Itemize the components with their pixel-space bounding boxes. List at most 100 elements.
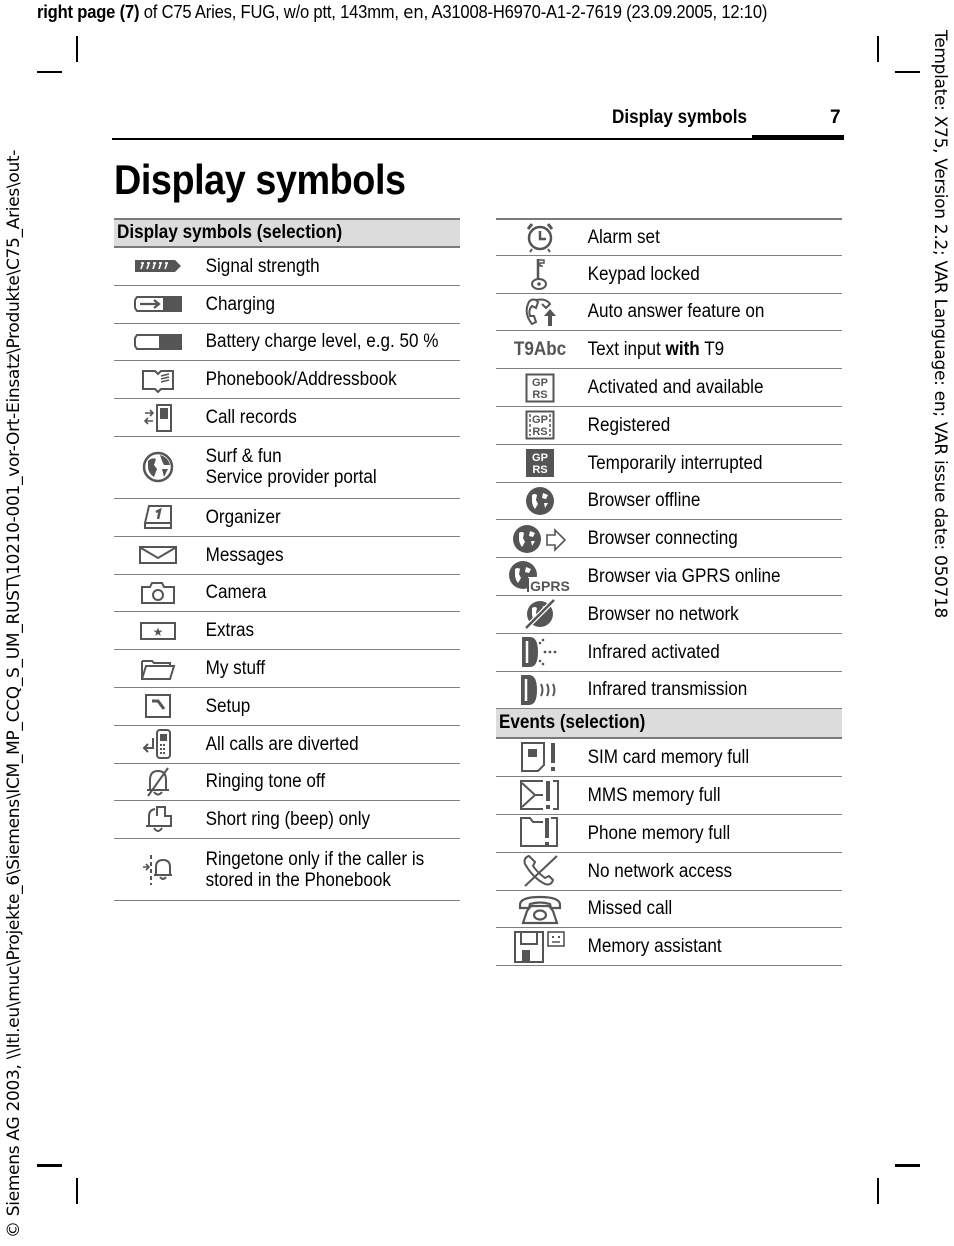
row-label: Short ring (beep) only xyxy=(205,809,371,831)
browser-offline-icon xyxy=(496,485,584,517)
row-label: MMS memory full xyxy=(587,785,721,807)
call-records-icon xyxy=(114,403,202,433)
auto-answer-icon xyxy=(496,296,584,328)
row-label: Battery charge level, e.g. 50 % xyxy=(205,331,439,353)
row-label: Surf & fun Service provider portal xyxy=(202,446,377,488)
table-row: Missed call xyxy=(496,891,842,929)
phonebook-ring-icon xyxy=(114,853,202,887)
no-network-icon xyxy=(496,854,584,888)
row-label: Browser via GPRS online xyxy=(587,566,781,588)
row-label: Ringing tone off xyxy=(205,771,326,793)
row-label: Infrared activated xyxy=(587,641,720,663)
key-icon xyxy=(496,257,584,291)
table-row: Browser offline xyxy=(496,483,842,521)
gprs-text-bottom: RS xyxy=(532,464,547,476)
mms-full-icon xyxy=(496,779,584,813)
charging-icon xyxy=(114,294,202,314)
section-header: Display symbols (selection) xyxy=(114,218,460,248)
table-row: Phone memory full xyxy=(496,815,842,853)
row-label-pre: Text input xyxy=(587,339,666,361)
infrared-transmission-icon xyxy=(496,673,584,707)
page-title: Display symbols xyxy=(114,156,406,203)
print-meta-lang: en xyxy=(403,2,424,23)
page-number: 7 xyxy=(830,107,841,128)
row-label: Missed call xyxy=(587,898,673,920)
crop-mark xyxy=(877,1178,879,1204)
t9-icon-text: T9Abc xyxy=(513,338,567,360)
table-row: My stuff xyxy=(114,650,460,688)
gprs-text-bottom: RS xyxy=(532,389,547,401)
side-file-path: © Siemens AG 2003, \\Itl.eu\muc\Projekte… xyxy=(4,149,24,1238)
table-row: Call records xyxy=(114,399,460,437)
alarm-icon xyxy=(496,221,584,253)
row-label: Memory assistant xyxy=(587,936,722,958)
table-row: ★ Extras xyxy=(114,612,460,651)
row-label: SIM card memory full xyxy=(587,747,750,769)
table-row: SIM card memory full xyxy=(496,739,842,778)
row-label: Text input with T9 xyxy=(584,339,725,361)
gprs-registered-icon: GP RS xyxy=(496,410,584,440)
row-label: Extras xyxy=(205,620,255,642)
header-rule xyxy=(112,138,844,140)
extras-icon: ★ xyxy=(114,620,202,642)
table-row: Alarm set xyxy=(496,218,842,256)
row-label: Activated and available xyxy=(587,377,764,399)
row-label: Infrared transmission xyxy=(587,679,748,701)
row-label-line1: Ringetone only if the caller is xyxy=(205,848,425,870)
beep-icon xyxy=(114,804,202,836)
table-row: Auto answer feature on xyxy=(496,294,842,332)
row-label: No network access xyxy=(587,860,733,882)
browser-connecting-icon xyxy=(496,523,584,555)
row-label: Browser connecting xyxy=(587,528,738,550)
row-label: Browser no network xyxy=(587,603,739,625)
table-row: MMS memory full xyxy=(496,777,842,815)
table-row: Battery charge level, e.g. 50 % xyxy=(114,324,460,362)
gprs-active-icon: GP RS xyxy=(496,373,584,403)
gprs-interrupted-icon: GP RS xyxy=(496,448,584,478)
phone-memory-full-icon xyxy=(496,816,584,850)
table-row: Signal strength xyxy=(114,248,460,286)
row-label: Registered xyxy=(587,414,671,436)
print-meta-page: right page (7) xyxy=(37,2,140,22)
row-label-line1: Surf & fun xyxy=(205,446,282,468)
crop-mark xyxy=(877,36,879,62)
table-row: Surf & fun Service provider portal xyxy=(114,437,460,499)
crop-mark xyxy=(76,1178,78,1204)
folder-icon xyxy=(114,657,202,681)
table-row: Setup xyxy=(114,688,460,726)
table-row: Charging xyxy=(114,286,460,324)
sim-full-icon xyxy=(496,741,584,775)
missed-call-icon xyxy=(496,893,584,925)
row-label-line2: stored in the Phonebook xyxy=(205,869,391,891)
table-row: Infrared transmission xyxy=(496,672,842,710)
row-label: Camera xyxy=(205,582,267,604)
table-row: GP RS Registered xyxy=(496,407,842,445)
row-label: Alarm set xyxy=(587,226,660,248)
table-row: Short ring (beep) only xyxy=(114,801,460,840)
running-head: Display symbols xyxy=(612,107,747,128)
side-template-info: Template: X75, Version 2.2; VAR Language… xyxy=(930,30,950,619)
row-label: Keypad locked xyxy=(587,263,700,285)
svg-text:★: ★ xyxy=(153,625,164,639)
ringer-off-icon xyxy=(114,766,202,798)
display-symbols-table: Display symbols (selection) Signal stren… xyxy=(114,218,460,902)
battery-icon xyxy=(114,332,202,352)
row-label: All calls are diverted xyxy=(205,733,359,755)
organizer-icon xyxy=(114,503,202,531)
row-label-line2: Service provider portal xyxy=(205,467,377,489)
table-row: Ringing tone off xyxy=(114,764,460,802)
table-row: Infrared activated xyxy=(496,634,842,672)
camera-icon xyxy=(114,581,202,605)
row-label-post: T9 xyxy=(699,339,725,361)
table-row: Ringetone only if the caller is stored in… xyxy=(114,839,460,902)
crop-mark xyxy=(895,1164,920,1167)
gprs-text-top: GP xyxy=(532,414,548,426)
table-row: Memory assistant xyxy=(496,928,842,967)
row-label: Auto answer feature on xyxy=(587,301,765,323)
row-label: Phonebook/Addressbook xyxy=(205,369,397,391)
row-label: Charging xyxy=(205,293,275,315)
t9-icon: T9Abc xyxy=(496,339,584,361)
crop-mark xyxy=(76,36,78,62)
gprs-label: GPRS xyxy=(530,578,570,594)
infrared-activated-icon xyxy=(496,635,584,669)
